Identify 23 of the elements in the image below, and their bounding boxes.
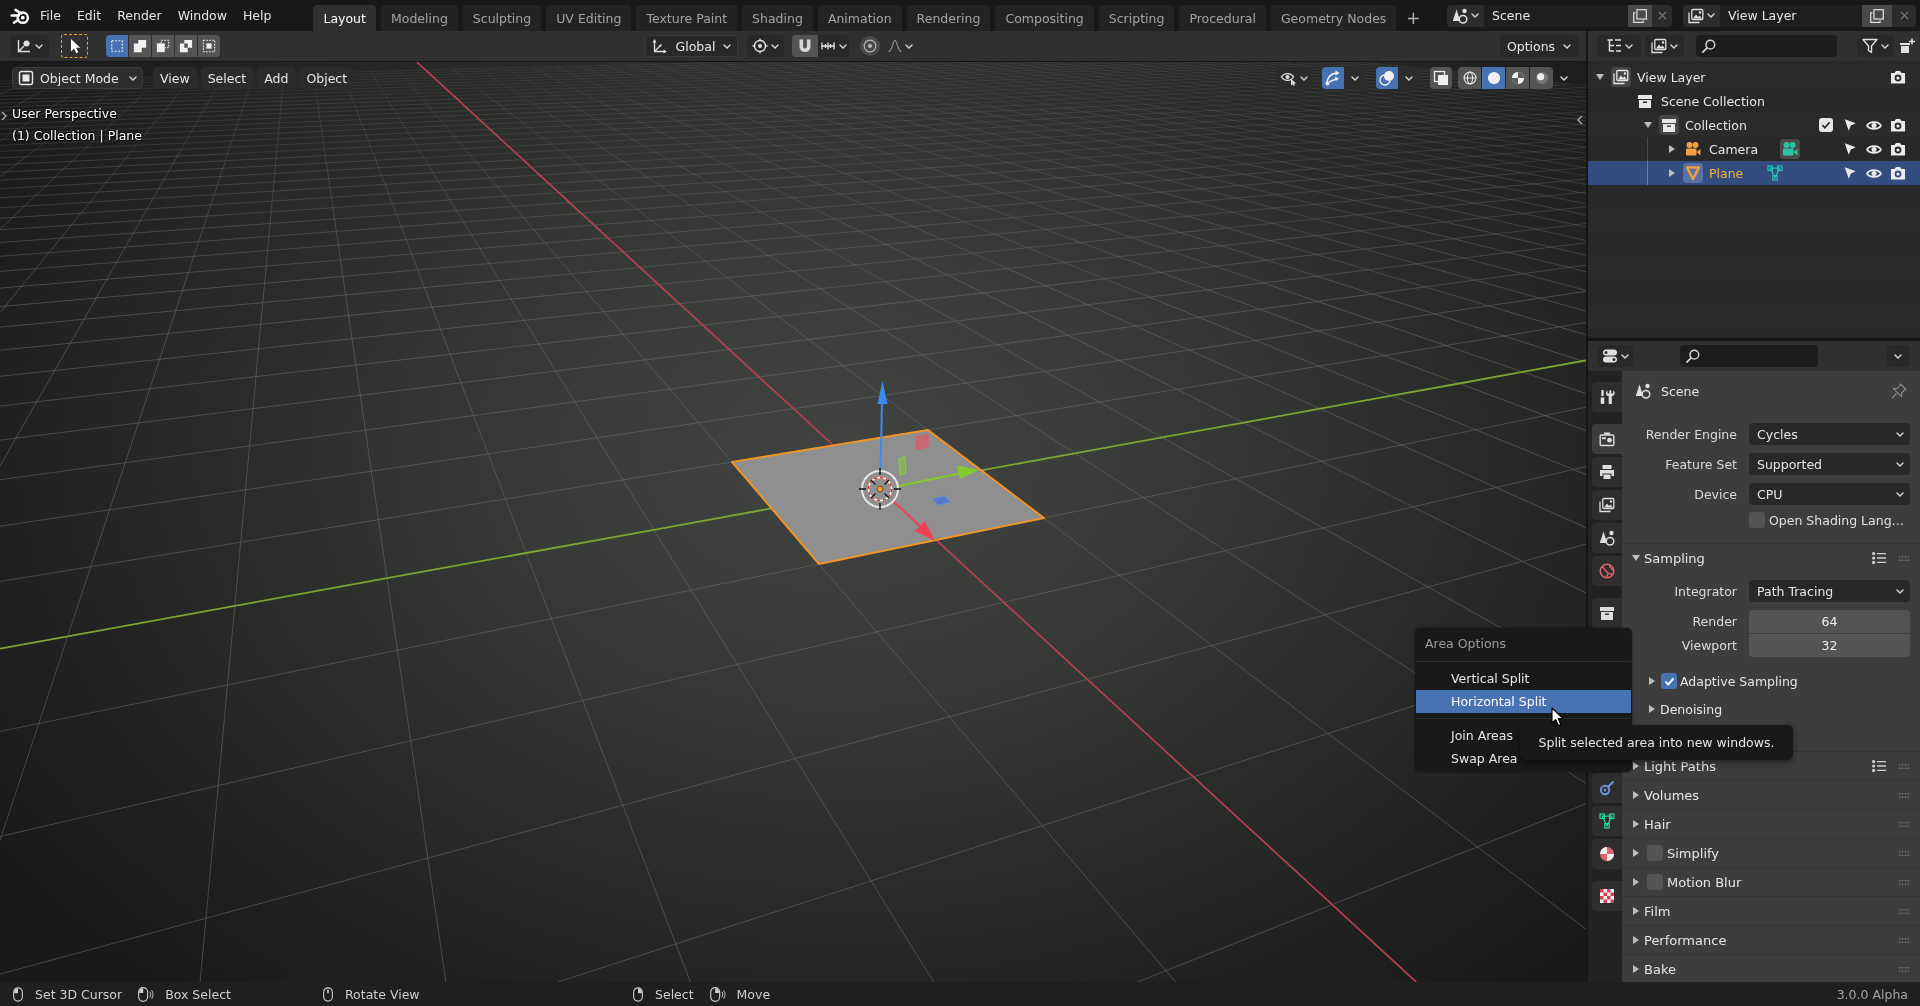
context-label: Scene [1661, 383, 1700, 399]
item-label: Scene Collection [1661, 93, 1765, 109]
checkbox-label: Open Shading Lang… [1769, 512, 1905, 528]
field-label: Device [1693, 486, 1737, 502]
item-label: Collection [1685, 117, 1747, 133]
field-label: Viewport [1680, 638, 1737, 653]
view-name: User Perspective [12, 106, 117, 121]
field-label: Feature Set [1664, 456, 1737, 472]
status-hint: Box Select [165, 986, 231, 1002]
status-hint: Set 3D Cursor [35, 986, 123, 1002]
item-label: Plane [1709, 165, 1744, 181]
status-hint: Select [655, 986, 694, 1002]
status-hint: Rotate View [345, 986, 420, 1002]
version-label: 3.0.0 Alpha [1836, 986, 1908, 1002]
menu-title: Area Options [1424, 635, 1506, 653]
field-label: Integrator [1673, 583, 1737, 599]
item-label: View Layer [1637, 69, 1706, 85]
field-label: Render Engine [1644, 426, 1737, 442]
view-context: (1) Collection | Plane [12, 128, 142, 143]
status-hint: Move [736, 986, 771, 1002]
tooltip: Split selected area into new windows. [1520, 725, 1793, 760]
item-label: Camera [1709, 141, 1759, 157]
field-label: Render [1691, 614, 1737, 629]
